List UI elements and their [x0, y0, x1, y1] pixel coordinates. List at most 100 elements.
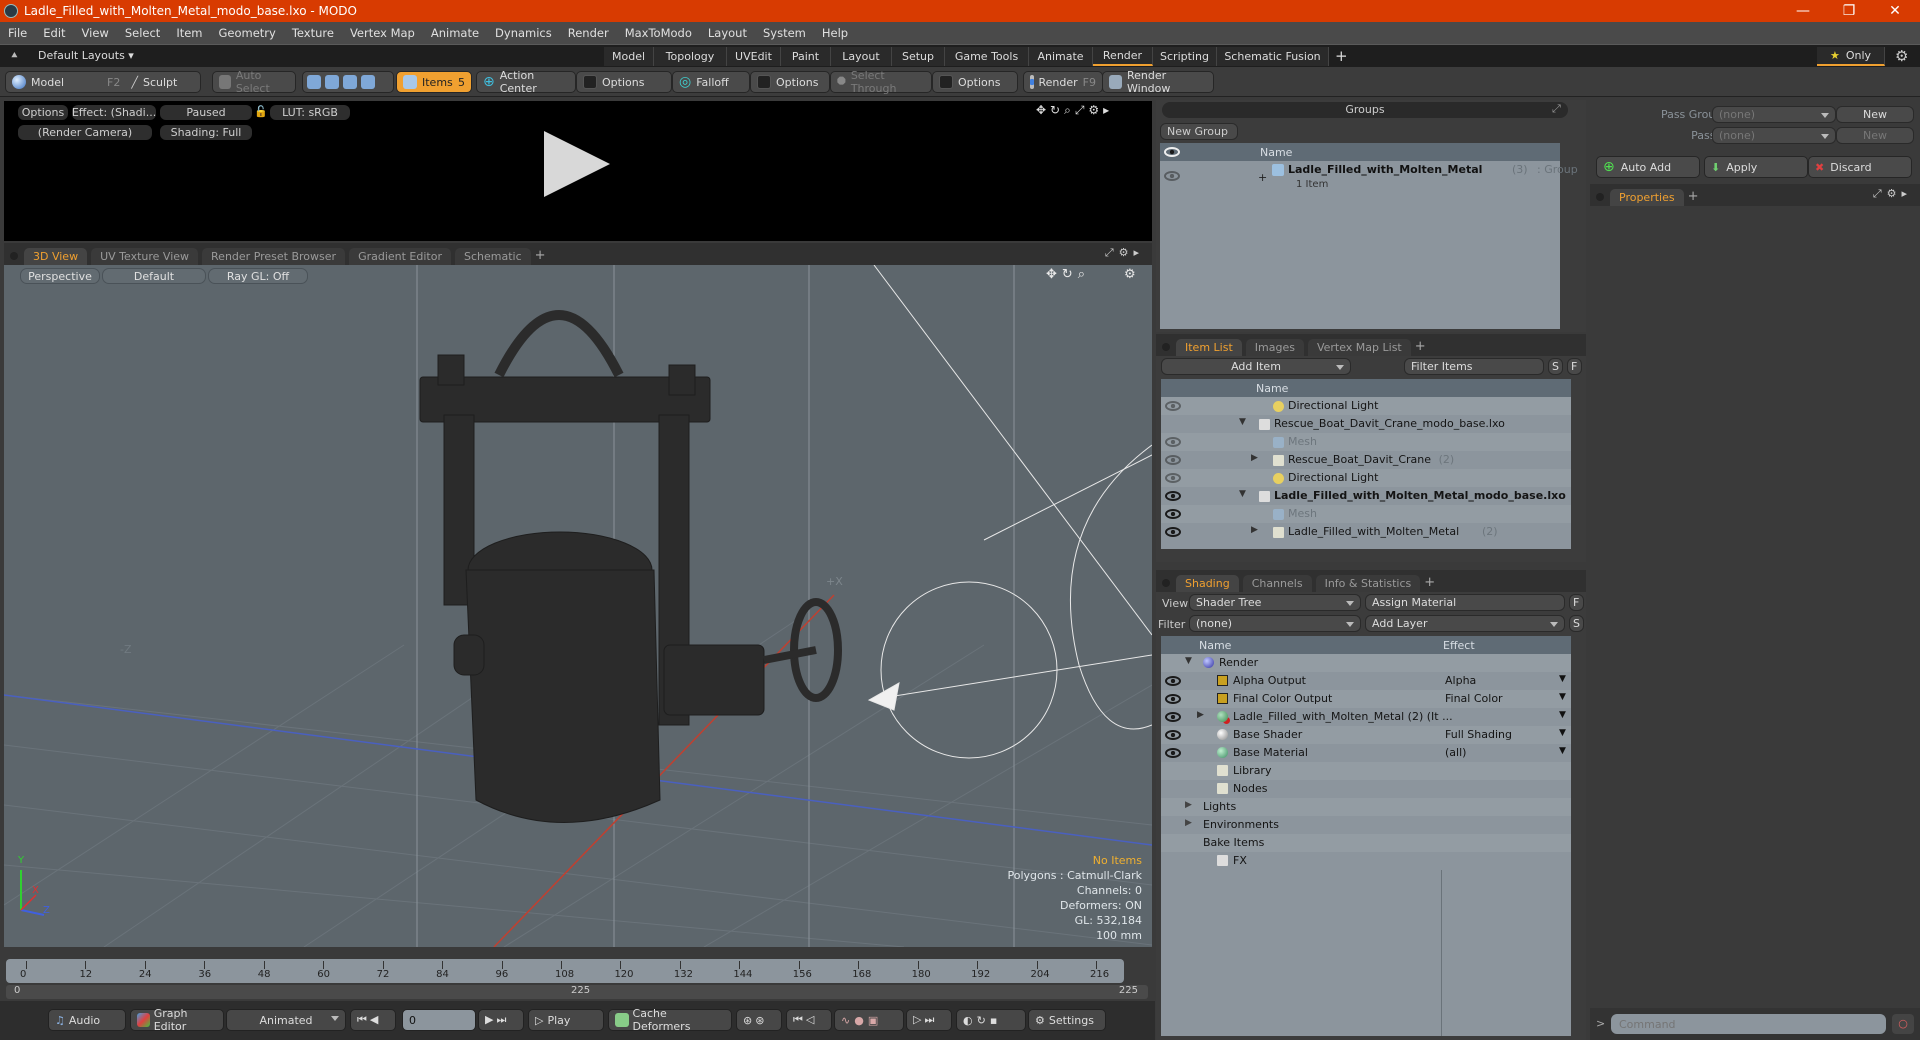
menu-texture[interactable]: Texture	[284, 26, 342, 40]
shader-tree-row[interactable]: ▶ Lights	[1161, 798, 1571, 816]
effect-value[interactable]: Alpha	[1445, 674, 1476, 687]
viewport-nav-controls[interactable]: ✥↻⌕	[1046, 267, 1090, 282]
collapse-triangle-icon[interactable]: ▼	[1239, 489, 1246, 499]
panel-controls[interactable]: ⤢⚙▸	[1873, 187, 1912, 201]
model-mode-button[interactable]: Model	[31, 76, 64, 89]
item-list-row[interactable]: ▶ Rescue_Boat_Davit_Crane (2)	[1161, 451, 1571, 469]
layout-tab-model[interactable]: Model	[604, 47, 654, 66]
add-tab-button[interactable]: +	[1688, 189, 1699, 204]
tab-gradient-editor[interactable]: Gradient Editor	[349, 248, 451, 265]
item-list-row[interactable]: Mesh	[1161, 433, 1571, 451]
lock-icon[interactable]: 🔓	[254, 105, 268, 118]
assign-material-button[interactable]: Assign Material	[1365, 594, 1565, 611]
view-style-dropdown[interactable]: Default	[102, 268, 206, 284]
action-center-button[interactable]: ⊕ Action Center	[476, 69, 576, 95]
layout-tab-layout[interactable]: Layout	[831, 47, 892, 66]
auto-add-button[interactable]: ⊕ Auto Add	[1596, 156, 1700, 178]
render-camera-dropdown[interactable]: (Render Camera)	[18, 125, 152, 140]
ray-gl-toggle[interactable]: Ray GL: Off	[208, 268, 308, 284]
layout-tab-animate[interactable]: Animate	[1029, 47, 1093, 66]
minimize-button[interactable]: —	[1780, 0, 1826, 22]
settings-button[interactable]: ⚙ Settings	[1028, 1009, 1106, 1031]
visibility-eye-icon[interactable]	[1165, 401, 1181, 411]
viewport-gear-icon[interactable]: ⚙	[1124, 267, 1136, 282]
item-list-row[interactable]: ▼ Rescue_Boat_Davit_Crane_modo_base.lxo	[1161, 415, 1571, 433]
shader-tree-row[interactable]: Base Material (all) ▼	[1161, 744, 1571, 762]
auto-select-button[interactable]: Auto Select	[212, 69, 296, 95]
select-through-button[interactable]: ⯃ Select Through	[830, 69, 932, 95]
shader-tree-row[interactable]: Bake Items	[1161, 834, 1571, 852]
layout-tab-uvedit[interactable]: UVEdit	[727, 47, 781, 66]
add-layout-button[interactable]: +	[1335, 47, 1348, 65]
expand-triangle-icon[interactable]: ▶	[1185, 818, 1192, 828]
close-button[interactable]: ✕	[1872, 0, 1918, 22]
menu-select[interactable]: Select	[117, 26, 168, 40]
new-pass-group-button[interactable]: New	[1836, 106, 1914, 123]
visibility-eye-icon[interactable]	[1165, 748, 1181, 758]
projection-dropdown[interactable]: Perspective	[20, 268, 100, 284]
paused-button[interactable]: Paused	[160, 105, 252, 120]
command-input[interactable]	[1611, 1014, 1886, 1034]
menu-vertex-map[interactable]: Vertex Map	[342, 26, 423, 40]
frame-input[interactable]: 0	[402, 1009, 476, 1031]
shader-tree-row[interactable]: ▶ Environments	[1161, 816, 1571, 834]
shader-tree-row[interactable]: Library	[1161, 762, 1571, 780]
visibility-eye-icon[interactable]	[1165, 694, 1181, 704]
animated-dropdown[interactable]: Animated	[226, 1009, 346, 1031]
shading-dropdown[interactable]: Shading: Full	[160, 125, 252, 140]
render-options-button[interactable]: Options	[18, 105, 68, 120]
visibility-eye-icon[interactable]	[1165, 527, 1181, 537]
new-group-button[interactable]: New Group	[1160, 123, 1238, 140]
range-slider[interactable]: 0 225 225	[6, 985, 1148, 999]
add-tab-button[interactable]: +	[535, 248, 546, 263]
menu-render[interactable]: Render	[560, 26, 617, 40]
default-layouts-dropdown[interactable]: Default Layouts ▾	[38, 49, 134, 62]
item-list-row[interactable]: Directional Light	[1161, 397, 1571, 415]
key-up-down-buttons[interactable]: ⊛⊛	[736, 1009, 782, 1031]
collapse-triangle-icon[interactable]: ▼	[1185, 656, 1192, 666]
tab-images[interactable]: Images	[1245, 339, 1304, 356]
menu-file[interactable]: File	[0, 26, 35, 40]
add-tab-button[interactable]: +	[1424, 575, 1435, 590]
play-button[interactable]: ▷ Play	[528, 1009, 604, 1031]
edge-select-icon[interactable]	[325, 75, 339, 89]
item-list-row[interactable]: Mesh	[1161, 505, 1571, 523]
sculpt-button[interactable]: Sculpt	[143, 76, 177, 89]
add-item-dropdown[interactable]: Add Item	[1161, 358, 1351, 375]
3d-viewport[interactable]: +X -Z Y X Z Perspective Default Ray GL: …	[4, 265, 1152, 947]
menu-maxtomodo[interactable]: MaxToModo	[617, 26, 700, 40]
items-mode-button[interactable]: Items 5	[396, 71, 472, 93]
menu-animate[interactable]: Animate	[423, 26, 487, 40]
visibility-eye-icon[interactable]	[1165, 676, 1181, 686]
render-button[interactable]: Render F9	[1023, 71, 1103, 93]
add-tab-button[interactable]: +	[1415, 339, 1426, 354]
menu-help[interactable]: Help	[814, 26, 856, 40]
filter-dropdown[interactable]: (none)	[1189, 615, 1361, 632]
menu-edit[interactable]: Edit	[35, 26, 73, 40]
menu-system[interactable]: System	[755, 26, 814, 40]
visibility-eye-icon[interactable]	[1165, 491, 1181, 501]
render-effect-dropdown[interactable]: Effect: (Shadi...	[72, 105, 156, 120]
effect-dropdown-arrow-icon[interactable]: ▼	[1559, 692, 1566, 702]
timeline-ruler[interactable]: 0 12 24 36 48 60 72 84 96 108 120 132 144 156 168 180 19…	[6, 959, 1124, 983]
pass-groups-dropdown[interactable]: (none)	[1712, 106, 1836, 123]
go-to-end-button[interactable]: ▶⏭	[478, 1009, 524, 1031]
effect-value[interactable]: Full Shading	[1445, 728, 1512, 741]
tab-properties[interactable]: Properties	[1610, 189, 1684, 206]
play-render-icon[interactable]	[544, 131, 610, 197]
visibility-eye-icon[interactable]	[1165, 712, 1181, 722]
prev-key-buttons[interactable]: ⏮◁	[786, 1009, 832, 1031]
expand-triangle-icon[interactable]: ▶	[1251, 453, 1258, 463]
layout-tab-setup[interactable]: Setup	[892, 47, 945, 66]
shading-s-button[interactable]: S	[1569, 615, 1584, 632]
shader-tree-row[interactable]: Alpha Output Alpha ▼	[1161, 672, 1571, 690]
tab-uv-texture-view[interactable]: UV Texture View	[91, 248, 199, 265]
group-row[interactable]: + Ladle_Filled_with_Molten_Metal (3) : G…	[1160, 161, 1578, 195]
effect-value[interactable]: Final Color	[1445, 692, 1503, 705]
command-history-icon[interactable]: ○	[1892, 1014, 1914, 1034]
shading-f-button[interactable]: F	[1569, 594, 1584, 611]
passes-dropdown[interactable]: (none)	[1712, 127, 1836, 144]
menu-view[interactable]: View	[74, 26, 117, 40]
cache-deformers-button[interactable]: Cache Deformers	[608, 1007, 732, 1033]
shader-tree-row[interactable]: FX	[1161, 852, 1571, 870]
